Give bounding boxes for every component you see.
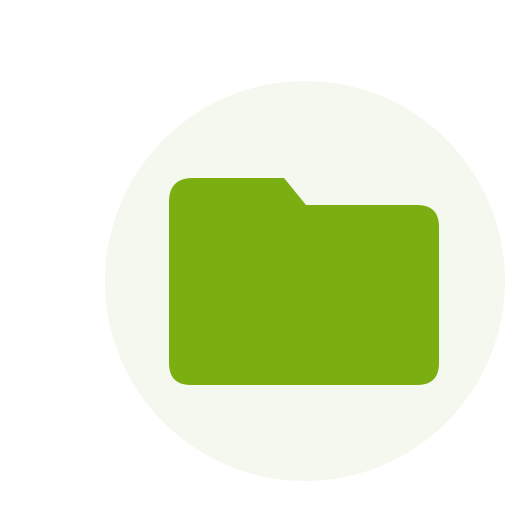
folder-shape (169, 178, 439, 385)
icon-canvas (0, 0, 512, 512)
folder-icon[interactable] (0, 0, 512, 512)
